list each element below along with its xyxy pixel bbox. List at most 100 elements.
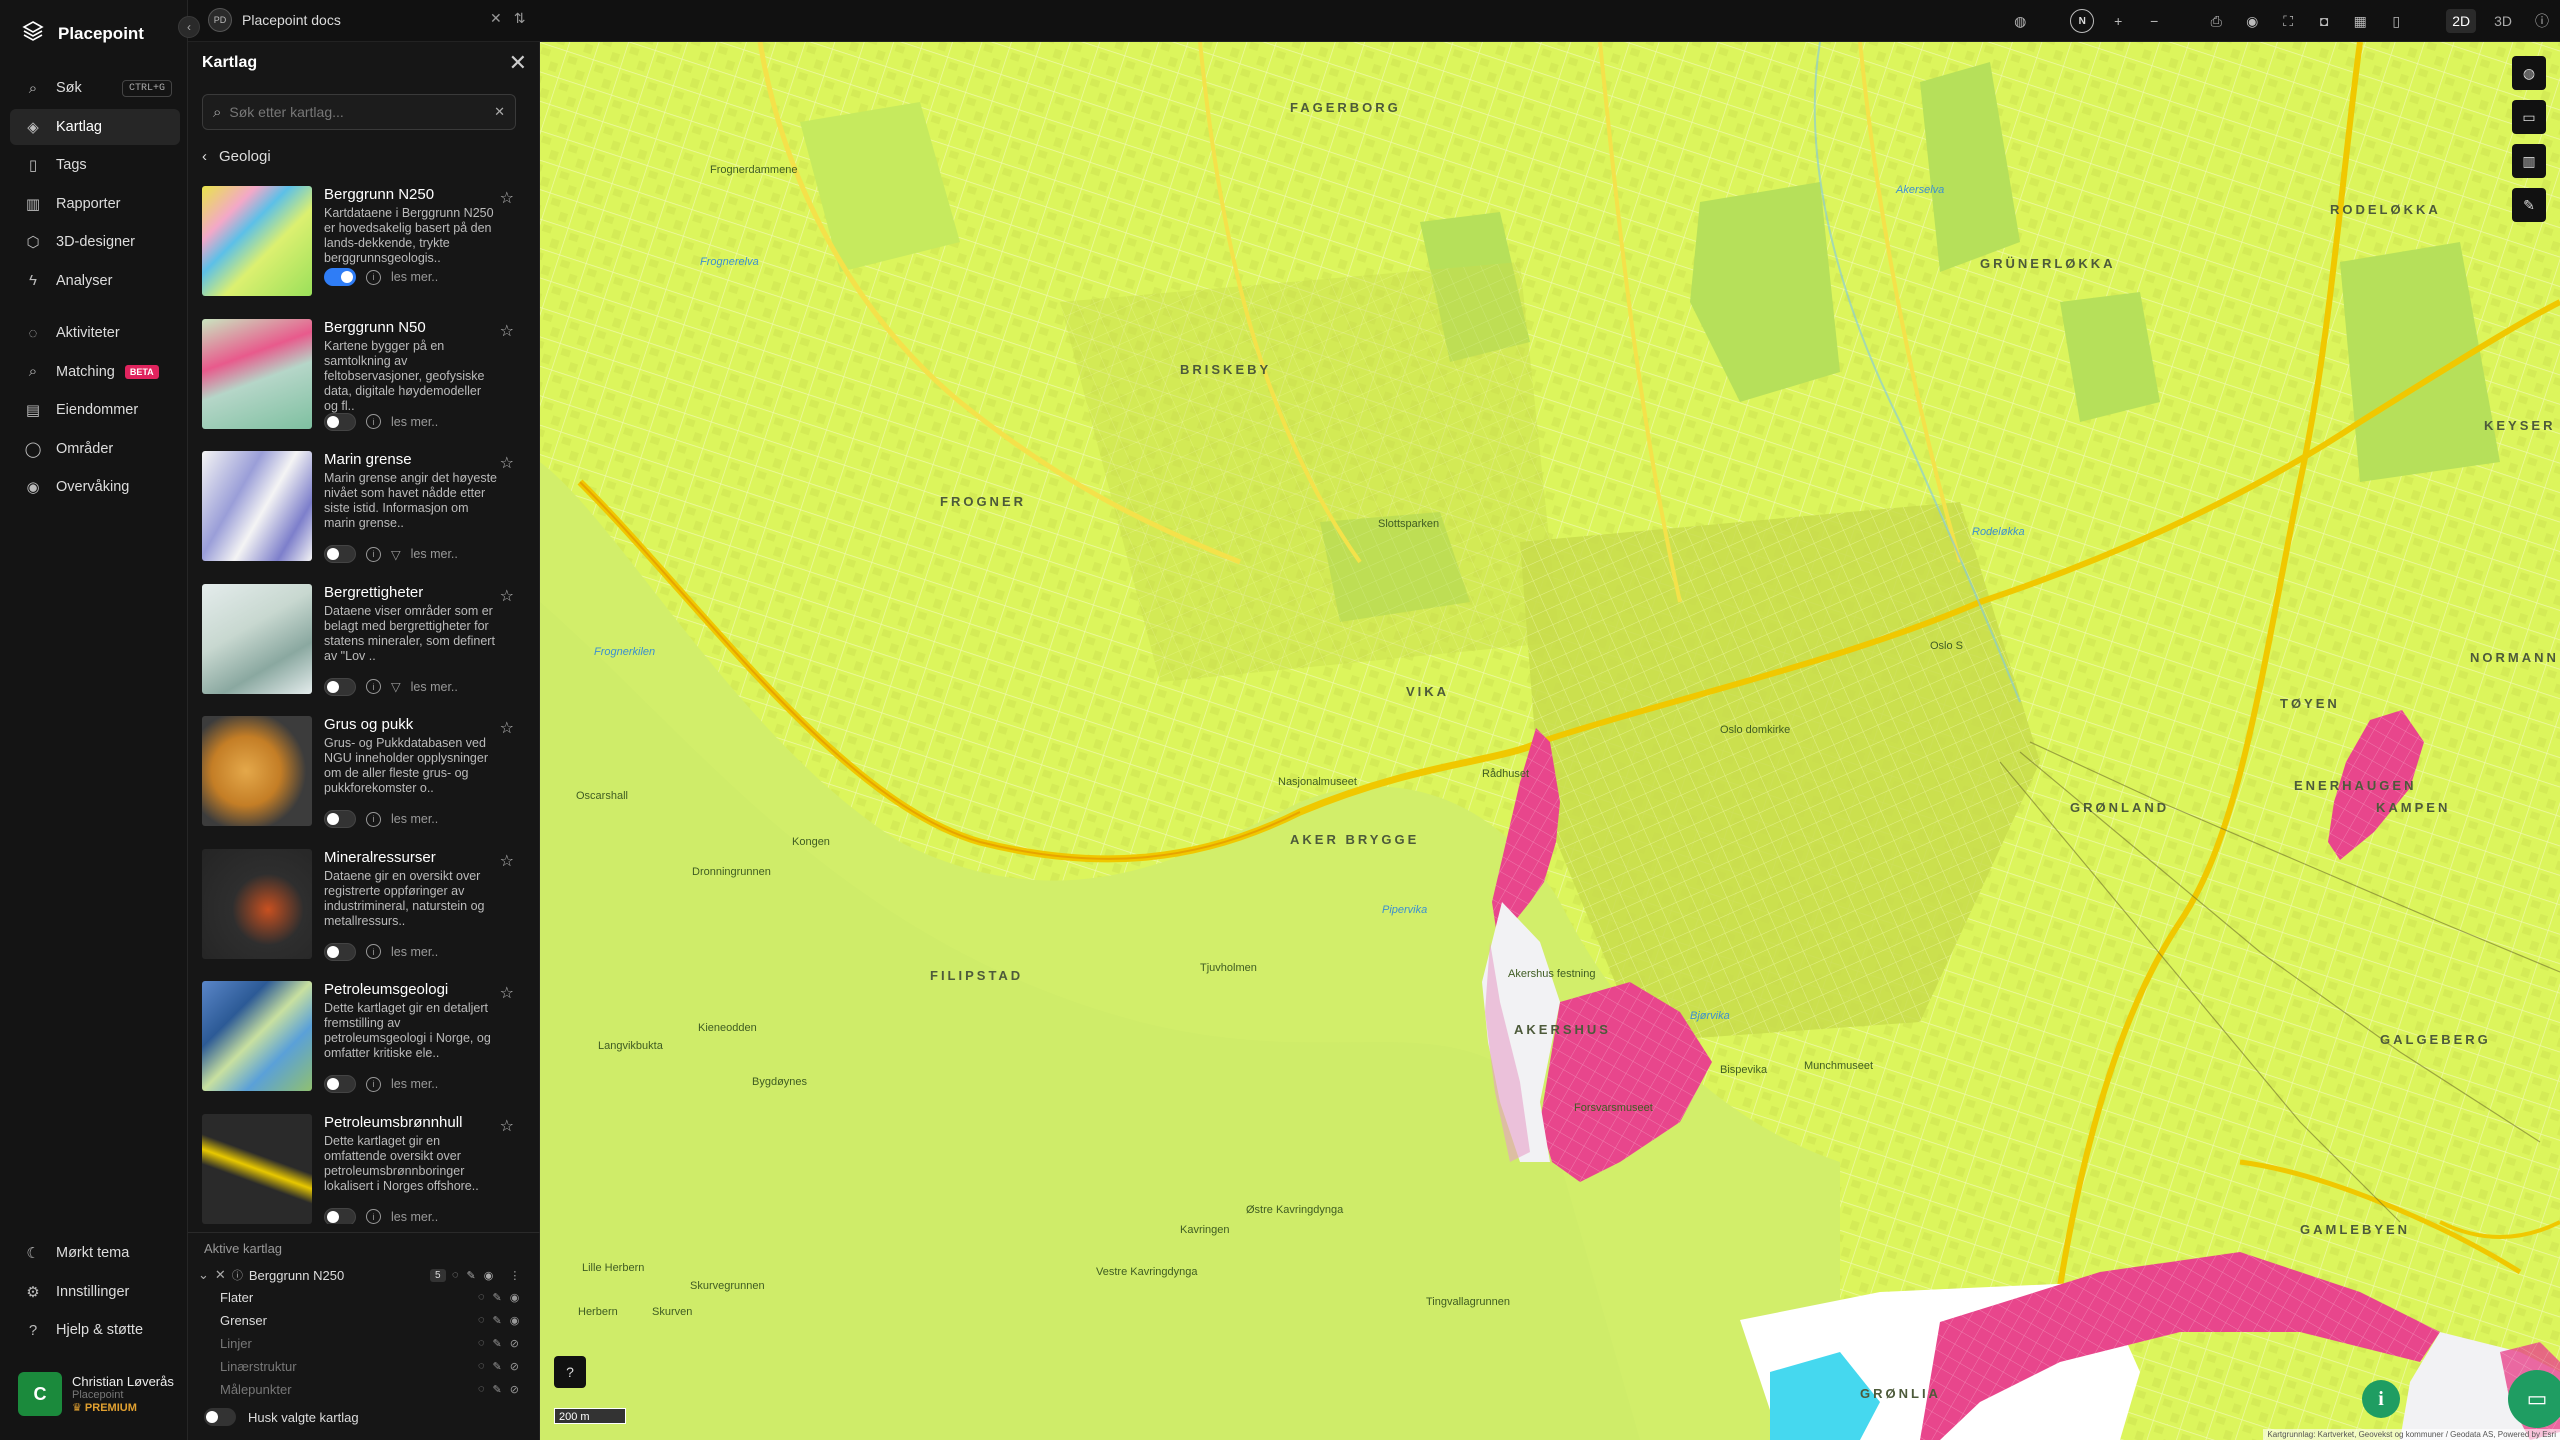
layer-thumbnail[interactable] — [202, 451, 312, 561]
sublayer-row[interactable]: Linærstruktur ◌ ✎ ⊘ — [188, 1355, 540, 1378]
user-profile[interactable]: C Christian Løverås Placepoint ♛ PREMIUM — [18, 1372, 174, 1416]
edit-style-icon[interactable]: ✎ — [493, 1383, 502, 1396]
layer-thumbnail[interactable] — [202, 981, 312, 1091]
document-tab[interactable]: PD Placepoint docs — [208, 8, 341, 32]
star-icon[interactable]: ☆ — [500, 321, 514, 341]
nav-item-analyser[interactable]: ϟ Analyser — [10, 263, 180, 299]
remember-layers[interactable]: Husk valgte kartlag — [204, 1408, 359, 1426]
layer-select-icon[interactable]: ◍ — [2512, 56, 2546, 90]
read-more-link[interactable]: les mer.. — [391, 1210, 438, 1224]
filter-icon[interactable]: ▽ — [391, 547, 401, 562]
edit-style-icon[interactable]: ✎ — [493, 1291, 502, 1304]
map-canvas[interactable]: FAGERBORG RODELØKKA GRÜNERLØKKA BRISKEBY FRO… — [540, 42, 2560, 1440]
opacity-icon[interactable]: ◌ — [478, 1291, 485, 1304]
layer-toggle[interactable] — [324, 677, 356, 696]
nav-item-rapporter[interactable]: ▥ Rapporter — [10, 186, 180, 222]
sublayer-row[interactable]: Linjer ◌ ✎ ⊘ — [188, 1332, 540, 1355]
nav-item-aktiviteter[interactable]: ◌ Aktiviteter — [10, 315, 180, 351]
read-more-link[interactable]: les mer.. — [411, 547, 458, 561]
edit-style-icon[interactable]: ✎ — [493, 1360, 502, 1373]
hidden-icon[interactable]: ⊘ — [510, 1337, 519, 1350]
read-more-link[interactable]: les mer.. — [391, 415, 438, 429]
read-more-link[interactable]: les mer.. — [411, 680, 458, 694]
nav-item-dark-theme[interactable]: ☾ Mørkt tema — [10, 1235, 180, 1271]
layer-thumbnail[interactable] — [202, 318, 312, 429]
nav-item-sok[interactable]: ⌕ Søk CTRL+G — [10, 70, 180, 106]
info-icon[interactable]: i — [366, 414, 381, 429]
opacity-icon[interactable]: ◌ — [478, 1314, 485, 1327]
opacity-icon[interactable]: ◌ — [478, 1360, 485, 1373]
edit-style-icon[interactable]: ✎ — [493, 1314, 502, 1327]
search-input[interactable] — [229, 104, 487, 120]
layer-toggle[interactable] — [324, 1207, 356, 1224]
print-icon[interactable]: ⎙ — [2204, 9, 2228, 33]
zoom-in-icon[interactable]: + — [2106, 9, 2130, 33]
nav-item-tags[interactable]: ▯ Tags — [10, 147, 180, 183]
info-icon[interactable]: i — [366, 1209, 381, 1224]
clear-search-icon[interactable]: ✕ — [494, 104, 505, 120]
read-more-link[interactable]: les mer.. — [391, 812, 438, 826]
read-more-link[interactable]: les mer.. — [391, 945, 438, 959]
zoom-out-icon[interactable]: − — [2142, 9, 2166, 33]
info-icon[interactable]: i — [366, 679, 381, 694]
switch-document-icon[interactable]: ⇅ — [514, 10, 526, 27]
layer-toggle[interactable] — [324, 268, 356, 286]
edit-style-icon[interactable]: ✎ — [493, 1337, 502, 1350]
opacity-icon[interactable]: ◌ — [478, 1337, 485, 1350]
read-more-link[interactable]: les mer.. — [391, 270, 438, 284]
sublayer-row[interactable]: Flater ◌ ✎ ◉ — [188, 1286, 540, 1309]
filter-icon[interactable]: ▽ — [391, 679, 401, 694]
active-layer-row[interactable]: ⌄ ✕ ⓘ Berggrunn N250 5 ◌ ✎ ◉ ⋮ — [188, 1264, 540, 1286]
nav-item-omrader[interactable]: ◯ Områder — [10, 431, 180, 467]
star-icon[interactable]: ☆ — [500, 453, 514, 473]
close-tab-icon[interactable]: ✕ — [490, 10, 502, 27]
info-icon[interactable]: i — [366, 546, 381, 562]
layer-thumbnail[interactable] — [202, 583, 312, 694]
camera-icon[interactable]: ◘ — [2312, 9, 2336, 33]
info-icon[interactable]: i — [366, 811, 381, 827]
breadcrumb[interactable]: ‹ Geologi — [202, 148, 271, 165]
layer-thumbnail[interactable] — [202, 186, 312, 296]
mode-2d-button[interactable]: 2D — [2446, 9, 2477, 33]
visibility-icon[interactable]: ◉ — [2240, 9, 2264, 33]
layer-thumbnail[interactable] — [202, 716, 312, 826]
nav-item-settings[interactable]: ⚙ Innstillinger — [10, 1274, 180, 1310]
sublayer-row[interactable]: Grenser ◌ ✎ ◉ — [188, 1309, 540, 1332]
remove-layer-icon[interactable]: ✕ — [215, 1267, 226, 1283]
nav-item-matching[interactable]: ⌕ Matching BETA — [10, 354, 180, 390]
layer-thumbnail[interactable] — [202, 848, 312, 959]
nav-item-help[interactable]: ? Hjelp & støtte — [10, 1312, 180, 1348]
star-icon[interactable]: ☆ — [500, 586, 514, 606]
measure-icon[interactable]: ▭ — [2512, 100, 2546, 134]
layer-toggle[interactable] — [324, 412, 356, 431]
star-icon[interactable]: ☆ — [500, 851, 514, 871]
chevron-down-icon[interactable]: ⌄ — [198, 1267, 209, 1283]
brand[interactable]: Placepoint — [22, 20, 144, 47]
visibility-icon[interactable]: ◉ — [484, 1269, 494, 1282]
layer-toggle[interactable] — [324, 942, 356, 961]
hidden-icon[interactable]: ⊘ — [510, 1360, 519, 1373]
star-icon[interactable]: ☆ — [500, 718, 514, 738]
chart-icon[interactable]: ▥ — [2512, 144, 2546, 178]
draw-icon[interactable]: ✎ — [2512, 188, 2546, 222]
star-icon[interactable]: ☆ — [500, 1116, 514, 1136]
compass-button[interactable]: N — [2070, 9, 2095, 33]
mode-3d-button[interactable]: 3D — [2488, 9, 2518, 33]
fullscreen-icon[interactable]: ⛶ — [2276, 9, 2300, 33]
hidden-icon[interactable]: ⊘ — [510, 1383, 519, 1396]
opacity-icon[interactable]: ◌ — [478, 1383, 485, 1396]
collapse-nav-button[interactable]: ‹ — [178, 16, 200, 38]
visibility-icon[interactable]: ◉ — [510, 1314, 520, 1327]
star-icon[interactable]: ☆ — [500, 983, 514, 1003]
info-icon[interactable]: ⓘ — [2530, 9, 2554, 33]
info-icon[interactable]: i — [366, 1076, 381, 1092]
opacity-icon[interactable]: ◌ — [452, 1269, 459, 1282]
bookmark-icon[interactable]: ▯ — [2384, 9, 2408, 33]
basemap-icon[interactable]: ◍ — [2008, 9, 2032, 33]
layer-toggle[interactable] — [324, 810, 356, 828]
edit-style-icon[interactable]: ✎ — [467, 1269, 476, 1282]
layer-toggle[interactable] — [324, 1075, 356, 1093]
map-help-icon[interactable]: ? — [554, 1356, 586, 1388]
layer-thumbnail[interactable] — [202, 1113, 312, 1224]
star-icon[interactable]: ☆ — [500, 188, 514, 208]
